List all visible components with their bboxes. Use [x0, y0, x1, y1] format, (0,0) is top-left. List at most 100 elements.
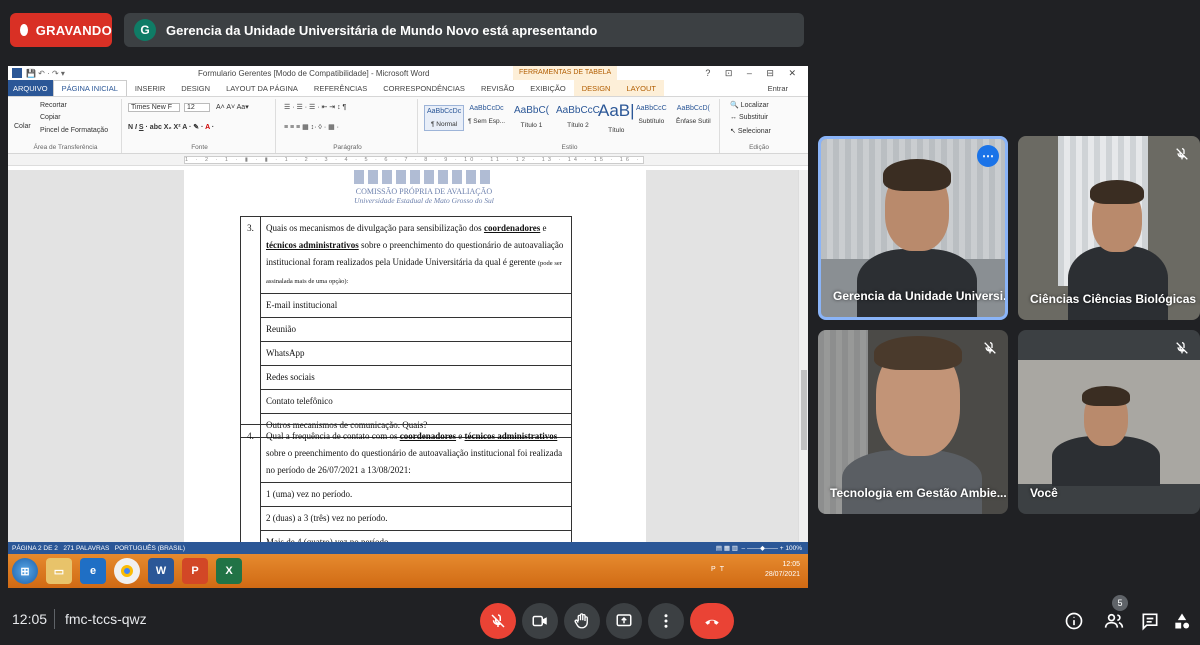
powerpoint-taskbar-icon[interactable]: P	[182, 558, 208, 584]
word-title-bar: 💾 ↶ · ↷ ▾ Formulario Gerentes [Modo de C…	[8, 66, 808, 80]
start-button[interactable]: ⊞	[12, 558, 38, 584]
paste-button[interactable]: Colar	[14, 123, 31, 130]
hand-icon	[574, 613, 588, 629]
file-explorer-icon[interactable]: ▭	[46, 558, 72, 584]
participant-tile[interactable]: Você	[1018, 330, 1200, 514]
scrollbar-thumb[interactable]	[801, 370, 807, 450]
option-row[interactable]: Reunião	[260, 317, 572, 342]
style-no-spacing[interactable]: AaBbCcDc ¶ Sem Esp...	[468, 105, 505, 125]
windows-taskbar: ⊞ ▭ e W P X PT 12:05 28/07/2021	[8, 554, 808, 588]
hangup-icon	[705, 619, 719, 625]
word-taskbar-icon[interactable]: W	[148, 558, 174, 584]
option-row[interactable]: WhatsApp	[260, 341, 572, 366]
replace-button[interactable]: ↔ Substituir	[730, 114, 768, 121]
camera-toggle-button[interactable]	[522, 603, 558, 639]
system-clock[interactable]: 12:05 28/07/2021	[765, 560, 800, 580]
window-buttons[interactable]: ? ⊡ – ⊟ ✕	[705, 68, 802, 79]
chat-button[interactable]	[1136, 607, 1164, 635]
tab-inserir[interactable]: INSERIR	[127, 84, 173, 93]
tab-table-design[interactable]: DESIGN	[573, 80, 619, 96]
people-button[interactable]	[1100, 607, 1128, 635]
cut-button[interactable]: Recortar	[40, 102, 67, 109]
meeting-code[interactable]: fmc-tccs-qwz	[65, 611, 147, 627]
internet-explorer-icon[interactable]: e	[80, 558, 106, 584]
quick-access-toolbar[interactable]: 💾 ↶ · ↷ ▾	[26, 69, 65, 78]
styles-label: Estilo	[561, 144, 578, 151]
participant-name: Ciências Ciências Biológicas ...	[1030, 292, 1200, 306]
tab-correspondencias[interactable]: CORRESPONDÊNCIAS	[375, 84, 473, 93]
style-subtle-emphasis[interactable]: AaBbCcD(Ênfase Sutil	[676, 105, 711, 125]
meeting-clock: 12:05	[12, 611, 48, 627]
people-count-badge: 5	[1112, 595, 1128, 611]
tab-referencias[interactable]: REFERÊNCIAS	[306, 84, 375, 93]
zoom-level[interactable]: ▤ ▦ ▥ – ——◆—— + 100%	[716, 544, 802, 552]
status-page[interactable]: PÁGINA 2 DE 2	[12, 545, 58, 552]
vertical-scrollbar[interactable]	[798, 170, 808, 552]
raise-hand-button[interactable]	[564, 603, 600, 639]
participant-name: Tecnologia em Gestão Ambie...	[830, 486, 1007, 500]
shapes-icon	[1175, 613, 1190, 629]
mic-off-icon	[1176, 342, 1188, 354]
editing-label: Edição	[749, 144, 769, 151]
document-area: COMISSÃO PRÓPRIA DE AVALIAÇÃO Universida…	[8, 170, 808, 555]
style-subtitle[interactable]: AaBbCcC Subtítulo	[636, 105, 667, 125]
option-row[interactable]: E-mail institucional	[260, 293, 572, 318]
presenting-banner: G Gerencia da Unidade Universitária de M…	[124, 13, 804, 47]
status-words[interactable]: 271 PALAVRAS	[63, 545, 109, 552]
find-button[interactable]: 🔍 Localizar	[730, 101, 769, 109]
tab-pagina-inicial[interactable]: PÁGINA INICIAL	[52, 80, 127, 96]
style-normal[interactable]: AaBbCcDc ¶ Normal	[424, 105, 465, 131]
option-row[interactable]: 1 (uma) vez no período.	[260, 482, 572, 507]
word-app-icon	[12, 68, 22, 78]
more-options-button[interactable]	[648, 603, 684, 639]
font-size-select[interactable]: 12	[184, 103, 210, 112]
style-heading2[interactable]: AaBbCcC Título 2	[556, 105, 600, 129]
cpa-logo: COMISSÃO PRÓPRIA DE AVALIAÇÃO Universida…	[334, 170, 514, 205]
tab-revisao[interactable]: REVISÃO	[473, 84, 522, 93]
list-buttons[interactable]: ☰ · ☰ · ☰ · ⇤ ⇥ ↕ ¶	[284, 103, 346, 111]
font-grow-shrink[interactable]: A˄ A˅ Aa▾	[216, 103, 249, 111]
copy-button[interactable]: Copiar	[40, 114, 61, 121]
tab-exibicao[interactable]: EXIBIÇÃO	[522, 84, 573, 93]
document-page[interactable]: COMISSÃO PRÓPRIA DE AVALIAÇÃO Universida…	[184, 170, 646, 555]
question-3-table: 3. Quais os mecanismos de divulgação par…	[240, 216, 572, 438]
more-options-icon[interactable]: ⋯	[977, 145, 999, 167]
option-row[interactable]: Contato telefônico	[260, 389, 572, 414]
option-row[interactable]: 2 (duas) a 3 (três) vez no período.	[260, 506, 572, 531]
camera-icon	[532, 615, 547, 627]
present-icon	[616, 614, 632, 627]
font-name-select[interactable]: Times New F	[128, 103, 180, 112]
language-indicator[interactable]: PT	[711, 566, 728, 573]
alignment-buttons[interactable]: ≡ ≡ ≡ ▦ ↕· ◊ · ▦ ·	[284, 123, 339, 131]
question-4-table: 4. Qual a frequência de contato com os c…	[240, 424, 572, 555]
leave-call-button[interactable]	[690, 603, 734, 639]
question-text: Quais os mecanismos de divulgação para s…	[260, 216, 572, 294]
question-number: 4.	[240, 424, 261, 555]
select-button[interactable]: ↖ Selecionar	[730, 127, 771, 135]
recording-badge[interactable]: GRAVANDO	[10, 13, 112, 47]
style-title[interactable]: AaB| Título	[598, 101, 635, 134]
style-heading1[interactable]: AaBbC(Título 1	[514, 105, 549, 129]
status-lang[interactable]: PORTUGUÊS (BRASIL)	[115, 545, 185, 552]
excel-taskbar-icon[interactable]: X	[216, 558, 242, 584]
tab-design[interactable]: DESIGN	[173, 84, 218, 93]
meeting-details-button[interactable]	[1060, 607, 1088, 635]
chrome-icon[interactable]	[114, 558, 140, 584]
chat-icon	[1142, 613, 1158, 631]
font-format-buttons[interactable]: N I S · abc X₂ X² A · ✎ · A ·	[128, 123, 214, 131]
participant-tile[interactable]: ⋯ Gerencia da Unidade Universi...	[818, 136, 1008, 320]
tab-table-layout[interactable]: LAYOUT	[618, 80, 664, 96]
option-row[interactable]: Redes sociais	[260, 365, 572, 390]
mic-toggle-button[interactable]	[480, 603, 516, 639]
participant-tile[interactable]: Ciências Ciências Biológicas ...	[1018, 136, 1200, 320]
tab-arquivo[interactable]: ARQUIVO	[8, 80, 53, 96]
participant-tile[interactable]: Tecnologia em Gestão Ambie...	[818, 330, 1008, 514]
present-screen-button[interactable]	[606, 603, 642, 639]
signin-link[interactable]: Entrar	[768, 84, 788, 93]
format-painter-button[interactable]: Pincel de Formatação	[40, 127, 108, 134]
activities-button[interactable]	[1168, 607, 1196, 635]
paragraph-group: ☰ · ☰ · ☰ · ⇤ ⇥ ↕ ¶ ≡ ≡ ≡ ▦ ↕· ◊ · ▦ · P…	[278, 99, 418, 153]
participant-name: Gerencia da Unidade Universi...	[833, 289, 1008, 303]
ribbon: Colar Recortar Copiar Pincel de Formataç…	[8, 96, 808, 154]
tab-layout-da-pagina[interactable]: LAYOUT DA PÁGINA	[218, 84, 306, 93]
